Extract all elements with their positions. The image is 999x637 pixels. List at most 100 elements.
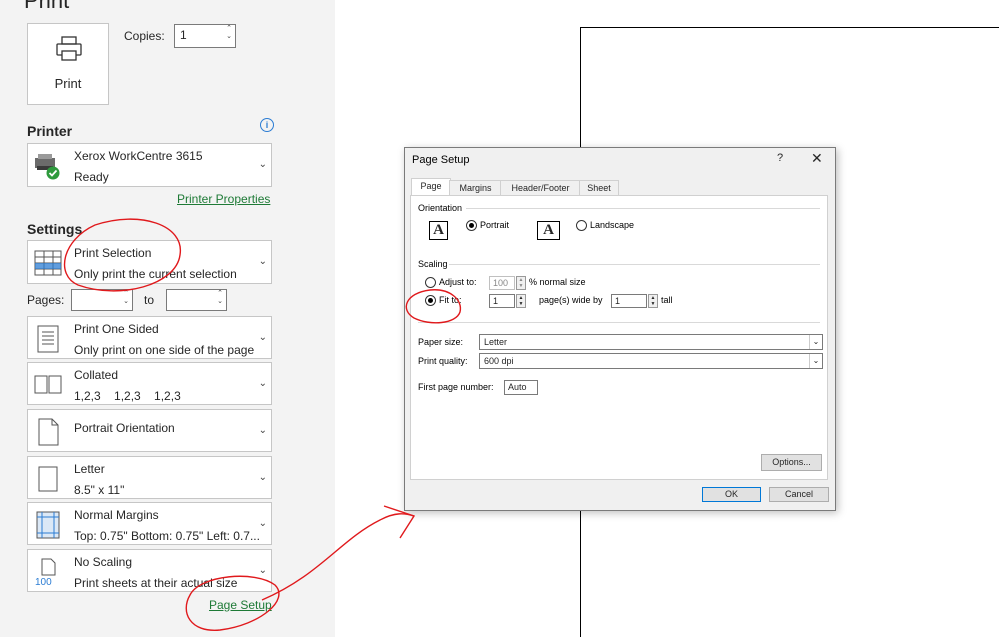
first-page-value: Auto bbox=[508, 382, 527, 392]
chevron-down-icon: ⌄ bbox=[809, 335, 822, 349]
scaling-group-label: Scaling bbox=[418, 259, 448, 269]
chevron-down-icon: ⌄ bbox=[258, 518, 267, 529]
close-icon[interactable]: ✕ bbox=[811, 150, 823, 167]
paper-size-select[interactable]: Letter ⌄ bbox=[479, 334, 823, 350]
collation-line2: 1,2,3 1,2,3 1,2,3 bbox=[74, 389, 181, 403]
orientation-label: Portrait Orientation bbox=[74, 421, 175, 435]
orientation-group-label: Orientation bbox=[418, 203, 463, 213]
fit-tall-suffix: tall bbox=[661, 295, 673, 305]
paper-size-dropdown[interactable]: Letter 8.5" x 11" ⌄ bbox=[27, 456, 272, 499]
print-quality-label: Print quality: bbox=[418, 356, 468, 366]
ok-button[interactable]: OK bbox=[702, 487, 761, 502]
landscape-icon: A bbox=[537, 221, 560, 240]
printer-icon bbox=[56, 36, 82, 61]
print-what-line1: Print Selection bbox=[74, 246, 152, 260]
landscape-radio[interactable] bbox=[576, 220, 587, 231]
landscape-label: Landscape bbox=[590, 220, 635, 230]
settings-section-title: Settings bbox=[27, 221, 83, 237]
printer-ready-icon bbox=[35, 154, 60, 180]
chevron-down-icon: ⌄ bbox=[258, 425, 267, 436]
fit-to-label: Fit to: bbox=[439, 295, 462, 305]
scaling-line2: Print sheets at their actual size bbox=[74, 576, 238, 590]
page-tab-content: Orientation A Portrait A Landscape Scali… bbox=[410, 195, 828, 480]
pages-from-input[interactable]: ⌃ ⌄ bbox=[71, 289, 133, 311]
chevron-down-icon: ⌄ bbox=[809, 354, 822, 368]
chevron-down-icon: ⌄ bbox=[258, 159, 267, 170]
sides-line1: Print One Sided bbox=[74, 322, 159, 336]
spinner-icon[interactable]: ▲ ▼ bbox=[516, 294, 526, 308]
adjust-to-value: 100 bbox=[493, 278, 509, 288]
print-quality-select[interactable]: 600 dpi ⌄ bbox=[479, 353, 823, 369]
stepper-arrows-icon[interactable]: ⌃ ⌄ bbox=[123, 290, 129, 306]
page-title: Print bbox=[24, 0, 70, 13]
first-page-input[interactable]: Auto bbox=[504, 380, 538, 395]
margins-line1: Normal Margins bbox=[74, 508, 159, 522]
printer-status: Ready bbox=[74, 170, 109, 184]
portrait-icon: A bbox=[429, 221, 448, 240]
print-button-label: Print bbox=[54, 76, 82, 91]
pages-to-input[interactable]: ⌃ ⌄ bbox=[166, 289, 227, 311]
divider bbox=[418, 322, 820, 323]
first-page-label: First page number: bbox=[418, 382, 494, 392]
portrait-radio[interactable] bbox=[466, 220, 477, 231]
chevron-down-icon: ⌄ bbox=[258, 332, 267, 343]
chevron-down-icon: ⌄ bbox=[258, 378, 267, 389]
print-button[interactable]: Print bbox=[27, 23, 109, 105]
sides-dropdown[interactable]: Print One Sided Only print on one side o… bbox=[27, 316, 272, 359]
margins-line2: Top: 0.75" Bottom: 0.75" Left: 0.7... bbox=[74, 529, 260, 543]
stepper-arrows-icon[interactable]: ⌃ ⌄ bbox=[217, 290, 223, 306]
adjust-to-radio[interactable] bbox=[425, 277, 436, 288]
printer-properties-link[interactable]: Printer Properties bbox=[177, 192, 270, 206]
scaling-dropdown[interactable]: 100 No Scaling Print sheets at their act… bbox=[27, 549, 272, 592]
paper-icon bbox=[38, 466, 58, 492]
options-button[interactable]: Options... bbox=[761, 454, 822, 471]
printer-section-title: Printer bbox=[27, 123, 73, 139]
page-setup-dialog: Page Setup ? ✕ Page Margins Header/Foote… bbox=[404, 147, 836, 511]
adjust-to-label: Adjust to: bbox=[439, 277, 477, 287]
print-settings-panel: Print Print Copies: 1 ⌃ ⌄ Printer i Xerox… bbox=[0, 0, 312, 637]
paper-size-value: Letter bbox=[484, 337, 508, 347]
info-icon[interactable]: i bbox=[260, 118, 274, 132]
one-sided-page-icon bbox=[37, 325, 59, 353]
page-setup-link[interactable]: Page Setup bbox=[209, 598, 272, 612]
fit-wide-input[interactable]: 1 ▲ ▼ bbox=[489, 294, 526, 308]
adjust-to-input[interactable]: 100 ▲ ▼ bbox=[489, 276, 526, 290]
spreadsheet-selection-icon bbox=[34, 250, 62, 276]
scaling-icon-text: 100 bbox=[35, 577, 52, 586]
paper-line1: Letter bbox=[74, 462, 105, 476]
chevron-down-icon: ⌄ bbox=[258, 256, 267, 267]
collation-line1: Collated bbox=[74, 368, 119, 382]
orientation-dropdown[interactable]: Portrait Orientation ⌄ bbox=[27, 409, 272, 452]
pages-label: Pages: bbox=[27, 293, 65, 307]
paper-line2: 8.5" x 11" bbox=[74, 483, 125, 497]
collation-dropdown[interactable]: Collated 1,2,3 1,2,3 1,2,3 ⌄ bbox=[27, 362, 272, 405]
chevron-down-icon: ⌄ bbox=[258, 565, 267, 576]
preview-page-border-top bbox=[580, 27, 999, 28]
fit-tall-value: 1 bbox=[615, 296, 621, 306]
copies-value: 1 bbox=[180, 28, 187, 42]
divider bbox=[466, 208, 820, 209]
dialog-title: Page Setup bbox=[412, 154, 470, 166]
spinner-icon[interactable]: ▲ ▼ bbox=[648, 294, 658, 308]
copies-label: Copies: bbox=[124, 29, 165, 43]
copies-stepper[interactable]: 1 ⌃ ⌄ bbox=[174, 24, 236, 48]
tab-page[interactable]: Page bbox=[411, 178, 451, 196]
help-button[interactable]: ? bbox=[777, 152, 783, 164]
sides-line2: Only print on one side of the page bbox=[74, 343, 255, 357]
fit-wide-value: 1 bbox=[493, 296, 499, 306]
divider bbox=[449, 264, 820, 265]
margins-icon bbox=[36, 511, 60, 539]
portrait-label: Portrait bbox=[480, 220, 510, 230]
cancel-button[interactable]: Cancel bbox=[769, 487, 829, 502]
margins-dropdown[interactable]: Normal Margins Top: 0.75" Bottom: 0.75" … bbox=[27, 502, 272, 545]
spinner-icon[interactable]: ▲ ▼ bbox=[516, 276, 526, 290]
print-what-dropdown[interactable]: Print Selection Only print the current s… bbox=[27, 240, 272, 284]
fit-tall-input[interactable]: 1 ▲ ▼ bbox=[611, 294, 658, 308]
print-what-line2: Only print the current selection bbox=[74, 267, 237, 281]
fit-to-radio[interactable] bbox=[425, 295, 436, 306]
stepper-arrows-icon[interactable]: ⌃ ⌄ bbox=[226, 25, 232, 41]
printer-dropdown[interactable]: Xerox WorkCentre 3615 Ready ⌄ bbox=[27, 143, 272, 187]
printer-name: Xerox WorkCentre 3615 bbox=[74, 149, 203, 163]
chevron-down-icon: ⌄ bbox=[258, 472, 267, 483]
adjust-to-suffix: % normal size bbox=[529, 277, 586, 287]
